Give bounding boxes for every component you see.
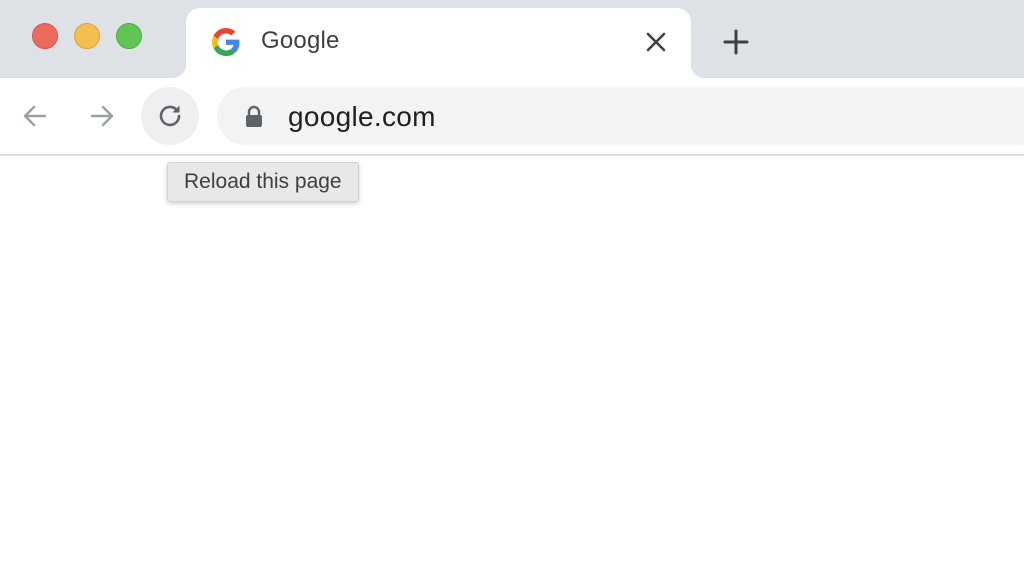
plus-icon [723, 29, 749, 55]
url-text[interactable]: google.com [288, 101, 436, 133]
tab-title: Google [261, 27, 340, 54]
window-minimize-button[interactable] [74, 23, 100, 49]
address-bar[interactable]: google.com [217, 87, 1024, 145]
new-tab-button[interactable] [721, 27, 751, 57]
window-close-button[interactable] [32, 23, 58, 49]
tab-strip: Google [0, 0, 1024, 78]
back-button[interactable] [12, 93, 58, 139]
toolbar: google.com [0, 78, 1024, 156]
reload-tooltip: Reload this page [167, 162, 359, 202]
browser-window: Google google.com Reload this page [0, 0, 1024, 573]
page-content [0, 156, 1024, 573]
tab-google[interactable]: Google [172, 8, 705, 78]
reload-icon [159, 105, 181, 127]
arrow-right-icon [90, 105, 114, 127]
forward-button[interactable] [79, 93, 125, 139]
window-maximize-button[interactable] [116, 23, 142, 49]
close-icon[interactable] [644, 30, 668, 54]
lock-icon[interactable] [243, 105, 265, 129]
reload-button[interactable] [141, 87, 199, 145]
google-g-icon [212, 28, 240, 56]
arrow-left-icon [23, 105, 47, 127]
